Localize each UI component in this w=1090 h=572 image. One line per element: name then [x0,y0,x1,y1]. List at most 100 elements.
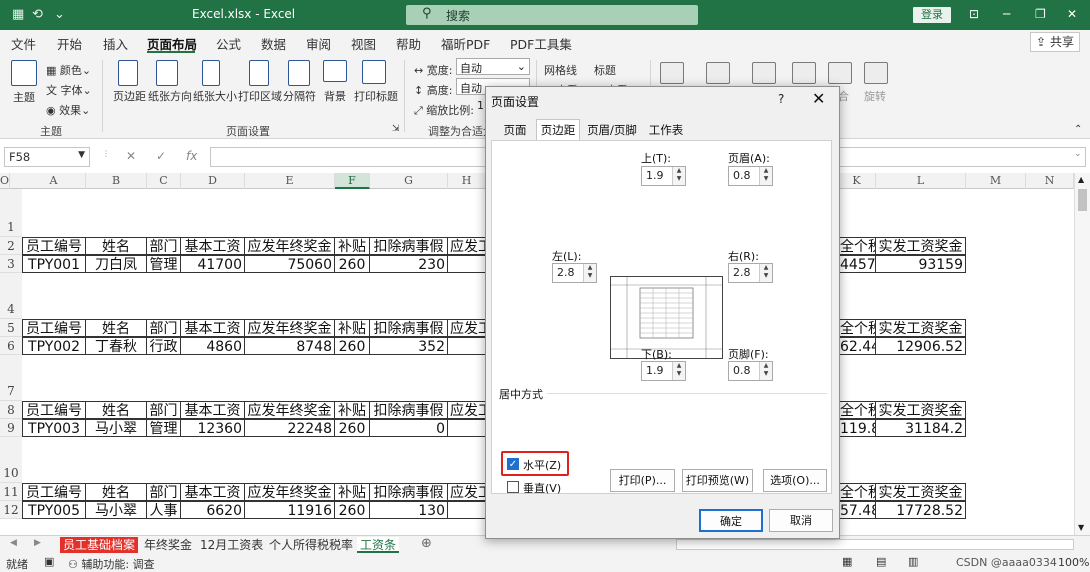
menu-file[interactable]: 文件 [11,34,36,53]
macro-record-icon[interactable]: ▣ [44,555,54,568]
cell-employee-id[interactable]: TPY005 [22,501,86,519]
header-cell-year-end-bonus[interactable]: 应发年终奖金 [245,401,335,419]
header-cell-employee-id[interactable]: 员工编号 [22,483,86,501]
footer-margin-input[interactable]: 0.8 ▲ ▼ [728,361,773,381]
send-backward-icon[interactable] [706,62,730,84]
cell-tax[interactable]: 57.48 [838,501,876,519]
spinner-icon[interactable]: ▲ ▼ [759,362,772,380]
cell-allowance[interactable]: 260 [335,337,370,355]
header-cell-tax[interactable]: 全个税 [838,319,876,337]
cell-year-end-bonus[interactable]: 22248 [245,419,335,437]
breaks-button-label[interactable]: 分隔符 [283,88,316,104]
collapse-ribbon-icon[interactable]: ⌃ [1074,124,1082,135]
scroll-down-icon[interactable]: ▼ [1078,523,1084,532]
cell-gross-pay[interactable] [448,337,486,355]
column-header-c[interactable]: C [147,173,181,189]
header-cell-employee-id[interactable]: 员工编号 [22,237,86,255]
print-preview-button[interactable]: 打印预览(W) [682,469,753,492]
selection-pane-icon[interactable] [752,62,776,84]
header-cell-gross-pay[interactable]: 应发工 [448,483,486,501]
search-input[interactable]: ⚲ 搜索 [406,5,698,25]
cell-base-salary[interactable]: 41700 [181,255,245,273]
column-header-a[interactable]: A [22,173,86,189]
cell-sick-leave-deduction[interactable]: 0 [370,419,448,437]
header-cell-employee-id[interactable]: 员工编号 [22,401,86,419]
close-icon[interactable]: ✕ [812,89,825,108]
right-margin-input[interactable]: 2.8 ▲ ▼ [728,263,773,283]
row-header-12[interactable]: 12 [0,501,22,519]
cell-allowance[interactable]: 260 [335,501,370,519]
help-icon[interactable]: ? [778,92,784,106]
minimize-icon[interactable]: ─ [1003,7,1010,21]
expand-formula-icon[interactable]: ⌄ [1074,149,1082,159]
cell-base-salary[interactable]: 6620 [181,501,245,519]
header-cell-tax[interactable]: 全个税 [838,483,876,501]
print-area-button-label[interactable]: 打印区域 [238,88,282,104]
size-icon[interactable] [202,60,220,86]
column-header-l[interactable]: L [876,173,966,189]
margins-icon[interactable] [118,60,138,86]
options-button[interactable]: 选项(O)... [763,469,827,492]
header-cell-name[interactable]: 姓名 [86,401,147,419]
breaks-icon[interactable] [288,60,310,86]
page-setup-launcher-icon[interactable]: ⇲ [392,124,400,134]
header-cell-net-pay[interactable]: 实发工资奖金 [876,401,966,419]
vertical-center-checkbox[interactable] [507,481,519,493]
rotate-label[interactable]: 旋转 [864,88,886,104]
row-header-2[interactable]: 2 [0,237,22,255]
name-box[interactable]: F58 ▼ [4,147,90,167]
scroll-up-icon[interactable]: ▲ [1078,175,1084,184]
cell-name[interactable]: 马小翠 [86,501,147,519]
background-icon[interactable] [323,60,347,82]
cell-sick-leave-deduction[interactable]: 230 [370,255,448,273]
header-cell-tax[interactable]: 全个税 [838,401,876,419]
column-header-h[interactable]: H [448,173,486,189]
insert-function-icon[interactable]: fx [186,149,197,163]
header-cell-sick-leave-deduction[interactable]: 扣除病事假 [370,319,448,337]
group-objects-icon[interactable] [828,62,852,84]
left-margin-input[interactable]: 2.8 ▲ ▼ [552,263,597,283]
cell-base-salary[interactable]: 4860 [181,337,245,355]
tab-page[interactable]: 页面 [500,120,530,140]
header-cell-employee-id[interactable]: 员工编号 [22,319,86,337]
cell-net-pay[interactable]: 93159 [876,255,966,273]
sheet-tab-employee-base[interactable]: 员工基础档案 [60,537,139,553]
row-header-8[interactable]: 8 [0,401,22,419]
print-area-icon[interactable] [249,60,269,86]
cell-tax[interactable]: 62.44 [838,337,876,355]
header-cell-sick-leave-deduction[interactable]: 扣除病事假 [370,483,448,501]
header-cell-sick-leave-deduction[interactable]: 扣除病事假 [370,401,448,419]
cell-name[interactable]: 刀白凤 [86,255,147,273]
cell-year-end-bonus[interactable]: 75060 [245,255,335,273]
header-cell-department[interactable]: 部门 [147,319,181,337]
header-cell-name[interactable]: 姓名 [86,237,147,255]
orientation-button-label[interactable]: 纸张方向 [148,88,192,104]
cell-department[interactable]: 人事 [147,501,181,519]
top-margin-input[interactable]: 1.9 ▲ ▼ [641,166,686,186]
width-dropdown[interactable]: 自动 ⌄ [456,58,530,75]
column-header-g[interactable]: G [370,173,448,189]
cell-employee-id[interactable]: TPY001 [22,255,86,273]
menu-formulas[interactable]: 公式 [216,34,241,53]
add-sheet-icon[interactable]: ⊕ [421,536,432,551]
page-layout-view-icon[interactable]: ▤ [876,555,886,568]
print-button[interactable]: 打印(P)... [610,469,675,492]
cell-net-pay[interactable]: 17728.52 [876,501,966,519]
ribbon-display-icon[interactable]: ⊡ [969,7,979,21]
cell-gross-pay[interactable] [448,419,486,437]
size-button-label[interactable]: 纸张大小 [193,88,237,104]
tab-header-footer[interactable]: 页眉/页脚 [586,120,638,140]
horizontal-scrollbar[interactable] [676,539,1074,550]
share-button[interactable]: ⇪ 共享 [1030,32,1080,52]
row-header-11[interactable]: 11 [0,483,22,501]
cell-allowance[interactable]: 260 [335,255,370,273]
column-header-m[interactable]: M [966,173,1026,189]
spinner-icon[interactable]: ▲ ▼ [672,167,685,185]
column-header-d[interactable]: D [181,173,245,189]
cell-allowance[interactable]: 260 [335,419,370,437]
sheet-tab-december[interactable]: 12月工资表 [197,537,266,553]
header-cell-department[interactable]: 部门 [147,237,181,255]
header-cell-tax[interactable]: 全个税 [838,237,876,255]
row-header-4[interactable]: 4 [0,273,22,319]
ok-button[interactable]: 确定 [699,509,763,532]
